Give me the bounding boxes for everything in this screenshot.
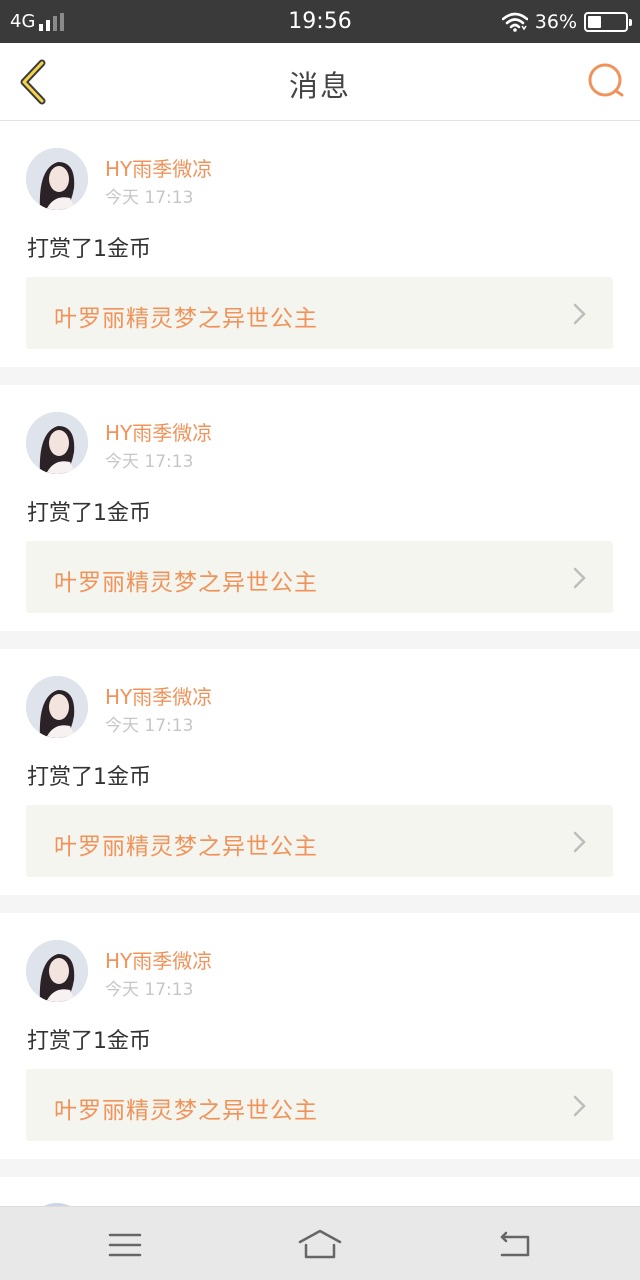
avatar[interactable] xyxy=(26,148,88,210)
network-indicator: 4G xyxy=(10,11,65,32)
return-icon xyxy=(500,1231,530,1257)
message-content: 打赏了1金币 xyxy=(27,237,151,262)
search-button[interactable] xyxy=(586,61,626,101)
avatar-image xyxy=(26,676,88,738)
book-link[interactable]: 叶罗丽精灵梦之异世公主 xyxy=(26,277,613,349)
book-title: 叶罗丽精灵梦之异世公主 xyxy=(54,1098,318,1124)
book-title: 叶罗丽精灵梦之异世公主 xyxy=(54,306,318,332)
message-time: 今天 17:13 xyxy=(105,980,194,1000)
message-card: HY雨季微凉 今天 17:13 打赏了1金币 叶罗丽精灵梦之异世公主 xyxy=(0,385,640,631)
status-bar: 4G 19:56 36% xyxy=(0,0,640,43)
battery-fill xyxy=(588,15,601,28)
avatar-image xyxy=(26,940,88,1002)
message-time: 今天 17:13 xyxy=(105,716,194,736)
wifi-icon xyxy=(501,12,528,32)
home-icon xyxy=(298,1229,342,1259)
avatar-image xyxy=(26,412,88,474)
signal-icon xyxy=(39,12,65,31)
screen: 4G 19:56 36% 消息 HY雨季微凉 今天 17:13 打赏了1金币 叶… xyxy=(0,0,640,1280)
network-type: 4G xyxy=(10,11,36,32)
username[interactable]: HY雨季微凉 xyxy=(105,945,212,974)
return-button[interactable] xyxy=(492,1225,538,1265)
page-title: 消息 xyxy=(288,69,351,103)
book-link[interactable]: 叶罗丽精灵梦之异世公主 xyxy=(26,805,613,877)
message-list: HY雨季微凉 今天 17:13 打赏了1金币 叶罗丽精灵梦之异世公主 HY雨季微… xyxy=(0,121,640,1265)
book-link[interactable]: 叶罗丽精灵梦之异世公主 xyxy=(26,541,613,613)
message-content: 打赏了1金币 xyxy=(27,1029,151,1054)
message-card: HY雨季微凉 今天 17:13 打赏了1金币 叶罗丽精灵梦之异世公主 xyxy=(0,913,640,1159)
chevron-right-icon xyxy=(573,567,586,589)
message-time: 今天 17:13 xyxy=(105,188,194,208)
chevron-right-icon xyxy=(573,831,586,853)
menu-icon xyxy=(108,1233,142,1257)
book-title: 叶罗丽精灵梦之异世公主 xyxy=(54,570,318,596)
avatar[interactable] xyxy=(26,412,88,474)
search-icon xyxy=(588,63,624,97)
battery-icon xyxy=(584,11,632,32)
message-card: HY雨季微凉 今天 17:13 打赏了1金币 叶罗丽精灵梦之异世公主 xyxy=(0,121,640,367)
avatar-image xyxy=(26,148,88,210)
message-content: 打赏了1金币 xyxy=(27,765,151,790)
avatar[interactable] xyxy=(26,940,88,1002)
chevron-right-icon xyxy=(573,303,586,325)
status-right: 36% xyxy=(501,10,632,33)
avatar[interactable] xyxy=(26,676,88,738)
username[interactable]: HY雨季微凉 xyxy=(105,417,212,446)
menu-button[interactable] xyxy=(102,1225,148,1265)
username[interactable]: HY雨季微凉 xyxy=(105,681,212,710)
book-title: 叶罗丽精灵梦之异世公主 xyxy=(54,834,318,860)
system-nav-bar xyxy=(0,1206,640,1280)
message-content: 打赏了1金币 xyxy=(27,501,151,526)
username[interactable]: HY雨季微凉 xyxy=(105,153,212,182)
header: 消息 xyxy=(0,43,640,121)
message-card: HY雨季微凉 今天 17:13 打赏了1金币 叶罗丽精灵梦之异世公主 xyxy=(0,649,640,895)
message-time: 今天 17:13 xyxy=(105,452,194,472)
book-link[interactable]: 叶罗丽精灵梦之异世公主 xyxy=(26,1069,613,1141)
home-button[interactable] xyxy=(297,1225,343,1265)
chevron-right-icon xyxy=(573,1095,586,1117)
battery-percent: 36% xyxy=(534,10,577,33)
